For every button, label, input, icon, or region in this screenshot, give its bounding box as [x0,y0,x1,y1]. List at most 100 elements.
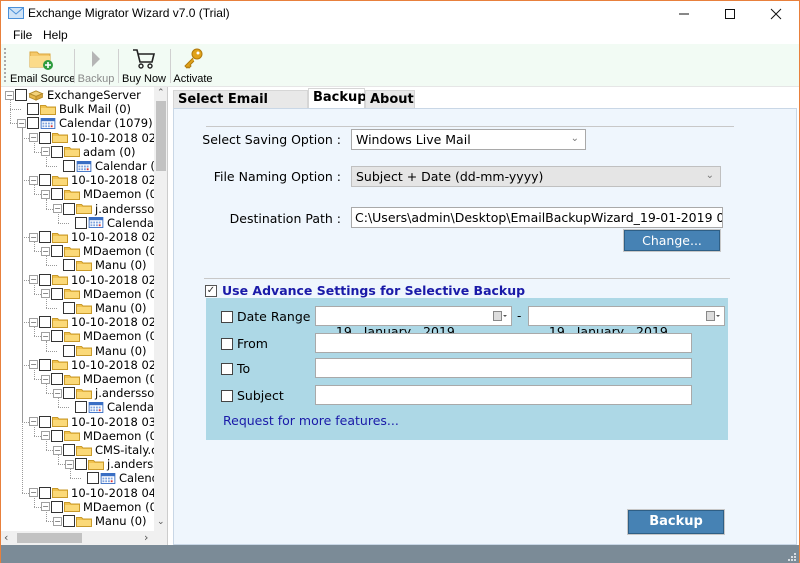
tree-item-checkbox[interactable] [39,131,51,144]
tree-item-checkbox[interactable] [51,245,63,258]
tree-item-checkbox[interactable] [15,89,27,101]
tree-item[interactable]: Bulk Mail (0) [17,102,131,116]
tree-item-checkbox[interactable] [51,145,63,158]
resize-grip-icon[interactable] [786,551,796,561]
from-input[interactable] [315,333,692,353]
tree-item[interactable]: −10-10-2018 02-19 (0) [29,173,167,187]
collapse-icon[interactable]: − [53,388,62,398]
advance-settings-toggle[interactable]: ✓ Use Advance Settings for Selective Bac… [205,283,525,298]
tree-item[interactable]: Manu (0) [53,258,147,272]
tree-item[interactable]: −10-10-2018 02-45 (0) [29,358,167,372]
change-button[interactable]: Change... [623,229,721,252]
date-range-option[interactable]: Date Range [221,309,310,324]
collapse-icon[interactable]: − [29,275,38,285]
tree-item[interactable]: −10-10-2018 03-27 (0) [29,415,167,429]
tree-item[interactable]: Calendar (0) [65,400,167,414]
maximize-button[interactable] [707,1,753,26]
tree-item[interactable]: Calendar (0) [65,216,167,230]
tree-item[interactable]: − MDaemon (0) [41,244,161,258]
backup-toolbar-button[interactable]: Backup [77,47,115,87]
tree-item-checkbox[interactable] [63,344,75,357]
tree-item[interactable]: − MDaemon (0) [41,329,161,343]
tree-item-checkbox[interactable] [51,500,63,513]
tree-hscroll-thumb[interactable] [17,533,82,543]
tree-item[interactable]: − j.andersson [65,457,167,471]
collapse-icon[interactable]: − [53,516,62,526]
subject-input[interactable] [315,385,692,405]
collapse-icon[interactable]: − [29,175,38,185]
collapse-icon[interactable]: − [65,459,74,469]
advance-settings-checkbox[interactable]: ✓ [205,284,217,297]
collapse-icon[interactable]: − [41,289,50,299]
tree-item-checkbox[interactable] [39,174,51,187]
menu-file[interactable]: File [13,28,32,42]
tree-item-checkbox[interactable] [87,472,99,485]
to-option[interactable]: To [221,361,250,376]
tree-item-checkbox[interactable] [51,330,63,343]
tree-item-checkbox[interactable] [39,316,51,329]
tree-item-checkbox[interactable] [63,202,75,215]
collapse-icon[interactable]: − [17,118,26,128]
tree-item[interactable]: − ExchangeServer [5,88,141,102]
tree-item-checkbox[interactable] [51,287,63,300]
toolbar-grip[interactable] [4,48,6,82]
tree-item[interactable]: −10-10-2018 02-16 (0) [29,131,167,145]
tree-item[interactable]: − MDaemon (0) [41,500,161,514]
from-checkbox[interactable] [221,337,233,350]
file-naming-select[interactable]: Subject + Date (dd-mm-yyyy) ⌄ [351,166,721,187]
tree-item-checkbox[interactable] [27,117,39,130]
destination-path-input[interactable]: C:\Users\admin\Desktop\EmailBackupWizard… [351,207,723,228]
tree-item[interactable]: − CMS-italy.com [53,443,167,457]
tree-item-checkbox[interactable] [63,444,75,456]
tree-item-checkbox[interactable] [75,216,87,229]
tree-item-checkbox[interactable] [63,515,75,527]
scroll-left-icon[interactable]: ‹ [4,531,8,544]
collapse-icon[interactable]: − [41,147,50,157]
collapse-icon[interactable]: − [41,374,50,384]
date-range-checkbox[interactable] [221,310,233,323]
tree-item[interactable]: Manu (0) [53,344,147,358]
scroll-right-icon[interactable]: › [144,531,148,544]
tree-item-checkbox[interactable] [51,429,63,442]
menu-help[interactable]: Help [43,28,68,42]
tree-vertical-scrollbar[interactable]: ⌃ ⌄ [154,87,167,531]
tree-item-checkbox[interactable] [39,358,51,371]
minimize-button[interactable] [661,1,707,26]
collapse-icon[interactable]: − [5,90,14,100]
backup-button[interactable]: Backup [627,509,725,535]
collapse-icon[interactable]: − [41,502,50,512]
tree-item-checkbox[interactable] [27,103,39,116]
collapse-icon[interactable]: − [41,189,50,199]
tab-backup[interactable]: Backup [308,88,367,109]
calendar-dropdown-icon[interactable] [493,310,507,322]
scroll-up-icon[interactable]: ⌃ [157,88,165,98]
collapse-icon[interactable]: − [41,431,50,441]
collapse-icon[interactable]: − [29,133,38,143]
scroll-down-icon[interactable]: ⌄ [157,517,165,527]
tree-item-checkbox[interactable] [75,458,87,471]
tree-item[interactable]: −10-10-2018 02-29 (0) [29,230,167,244]
tree-item[interactable]: −10-10-2018 02-38 (0) [29,315,167,329]
tree-item-checkbox[interactable] [63,387,75,400]
tree-item-checkbox[interactable] [63,259,75,272]
calendar-dropdown-icon[interactable] [706,310,720,322]
buy-now-button[interactable]: Buy Now [121,47,167,87]
tree-item[interactable]: −j.andersson (0) [53,202,167,216]
tree-item[interactable]: − Calendar (1079) [17,116,153,130]
to-input[interactable] [315,358,692,378]
date-to-picker[interactable]: 19 January 2019 [528,306,725,339]
tree-item[interactable]: Calendar (0) [53,159,167,173]
tree-item[interactable]: − Manu (0) [53,514,147,528]
email-source-button[interactable]: Email Source [10,47,75,87]
from-option[interactable]: From [221,336,268,351]
collapse-icon[interactable]: − [29,232,38,242]
collapse-icon[interactable]: − [53,445,62,455]
close-button[interactable] [753,1,799,26]
tree-item-checkbox[interactable] [39,273,51,286]
tree-item[interactable]: −10-10-2018 02-33 (0) [29,273,167,287]
date-from-picker[interactable]: 19 January 2019 [315,306,512,339]
subject-checkbox[interactable] [221,389,233,402]
tree-item-checkbox[interactable] [39,415,51,428]
collapse-icon[interactable]: − [41,246,50,256]
tree-item[interactable]: − adam (0) [41,145,136,159]
